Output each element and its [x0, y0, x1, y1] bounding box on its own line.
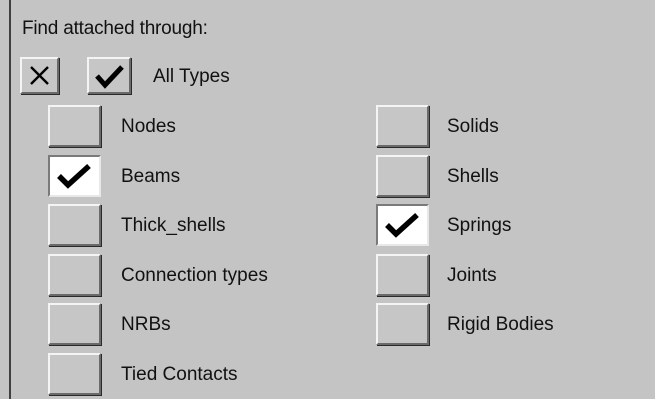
- panel-title: Find attached through:: [22, 18, 208, 39]
- select-all-button[interactable]: [87, 57, 131, 94]
- type-label-shells: Shells: [447, 166, 499, 187]
- type-label-joints: Joints: [447, 265, 497, 286]
- type-label-tied-contacts: Tied Contacts: [121, 364, 238, 385]
- type-label-springs: Springs: [447, 215, 512, 236]
- type-label-rigid-bodies: Rigid Bodies: [447, 314, 554, 335]
- checkbox-nrbs[interactable]: [48, 303, 101, 345]
- checkbox-beams[interactable]: [48, 155, 101, 197]
- checkbox-rigid-bodies[interactable]: [376, 303, 429, 345]
- x-icon: [30, 66, 49, 85]
- checkbox-tied-contacts[interactable]: [48, 353, 101, 395]
- checkbox-shells[interactable]: [376, 155, 429, 197]
- checkbox-springs[interactable]: [376, 204, 429, 246]
- type-label-nodes: Nodes: [121, 116, 176, 137]
- checkbox-solids[interactable]: [376, 105, 429, 147]
- type-label-solids: Solids: [447, 116, 499, 137]
- type-label-beams: Beams: [121, 166, 181, 187]
- type-label-nrbs: NRBs: [121, 314, 171, 335]
- checkmark-icon: [57, 163, 91, 189]
- all-types-label: All Types: [153, 66, 230, 87]
- checkbox-nodes[interactable]: [48, 105, 101, 147]
- clear-all-button[interactable]: [20, 57, 59, 94]
- checkmark-icon: [385, 212, 419, 238]
- type-label-connection-types: Connection types: [121, 265, 268, 286]
- checkmark-icon: [95, 65, 124, 89]
- checkbox-connection-types[interactable]: [48, 254, 101, 296]
- type-label-thick-shells: Thick_shells: [121, 215, 226, 236]
- checkbox-joints[interactable]: [376, 254, 429, 296]
- checkbox-thick-shells[interactable]: [48, 204, 101, 246]
- panel-left-border: [9, 0, 11, 399]
- find-attached-panel: Find attached through: All Types Nodes Be…: [0, 0, 655, 399]
